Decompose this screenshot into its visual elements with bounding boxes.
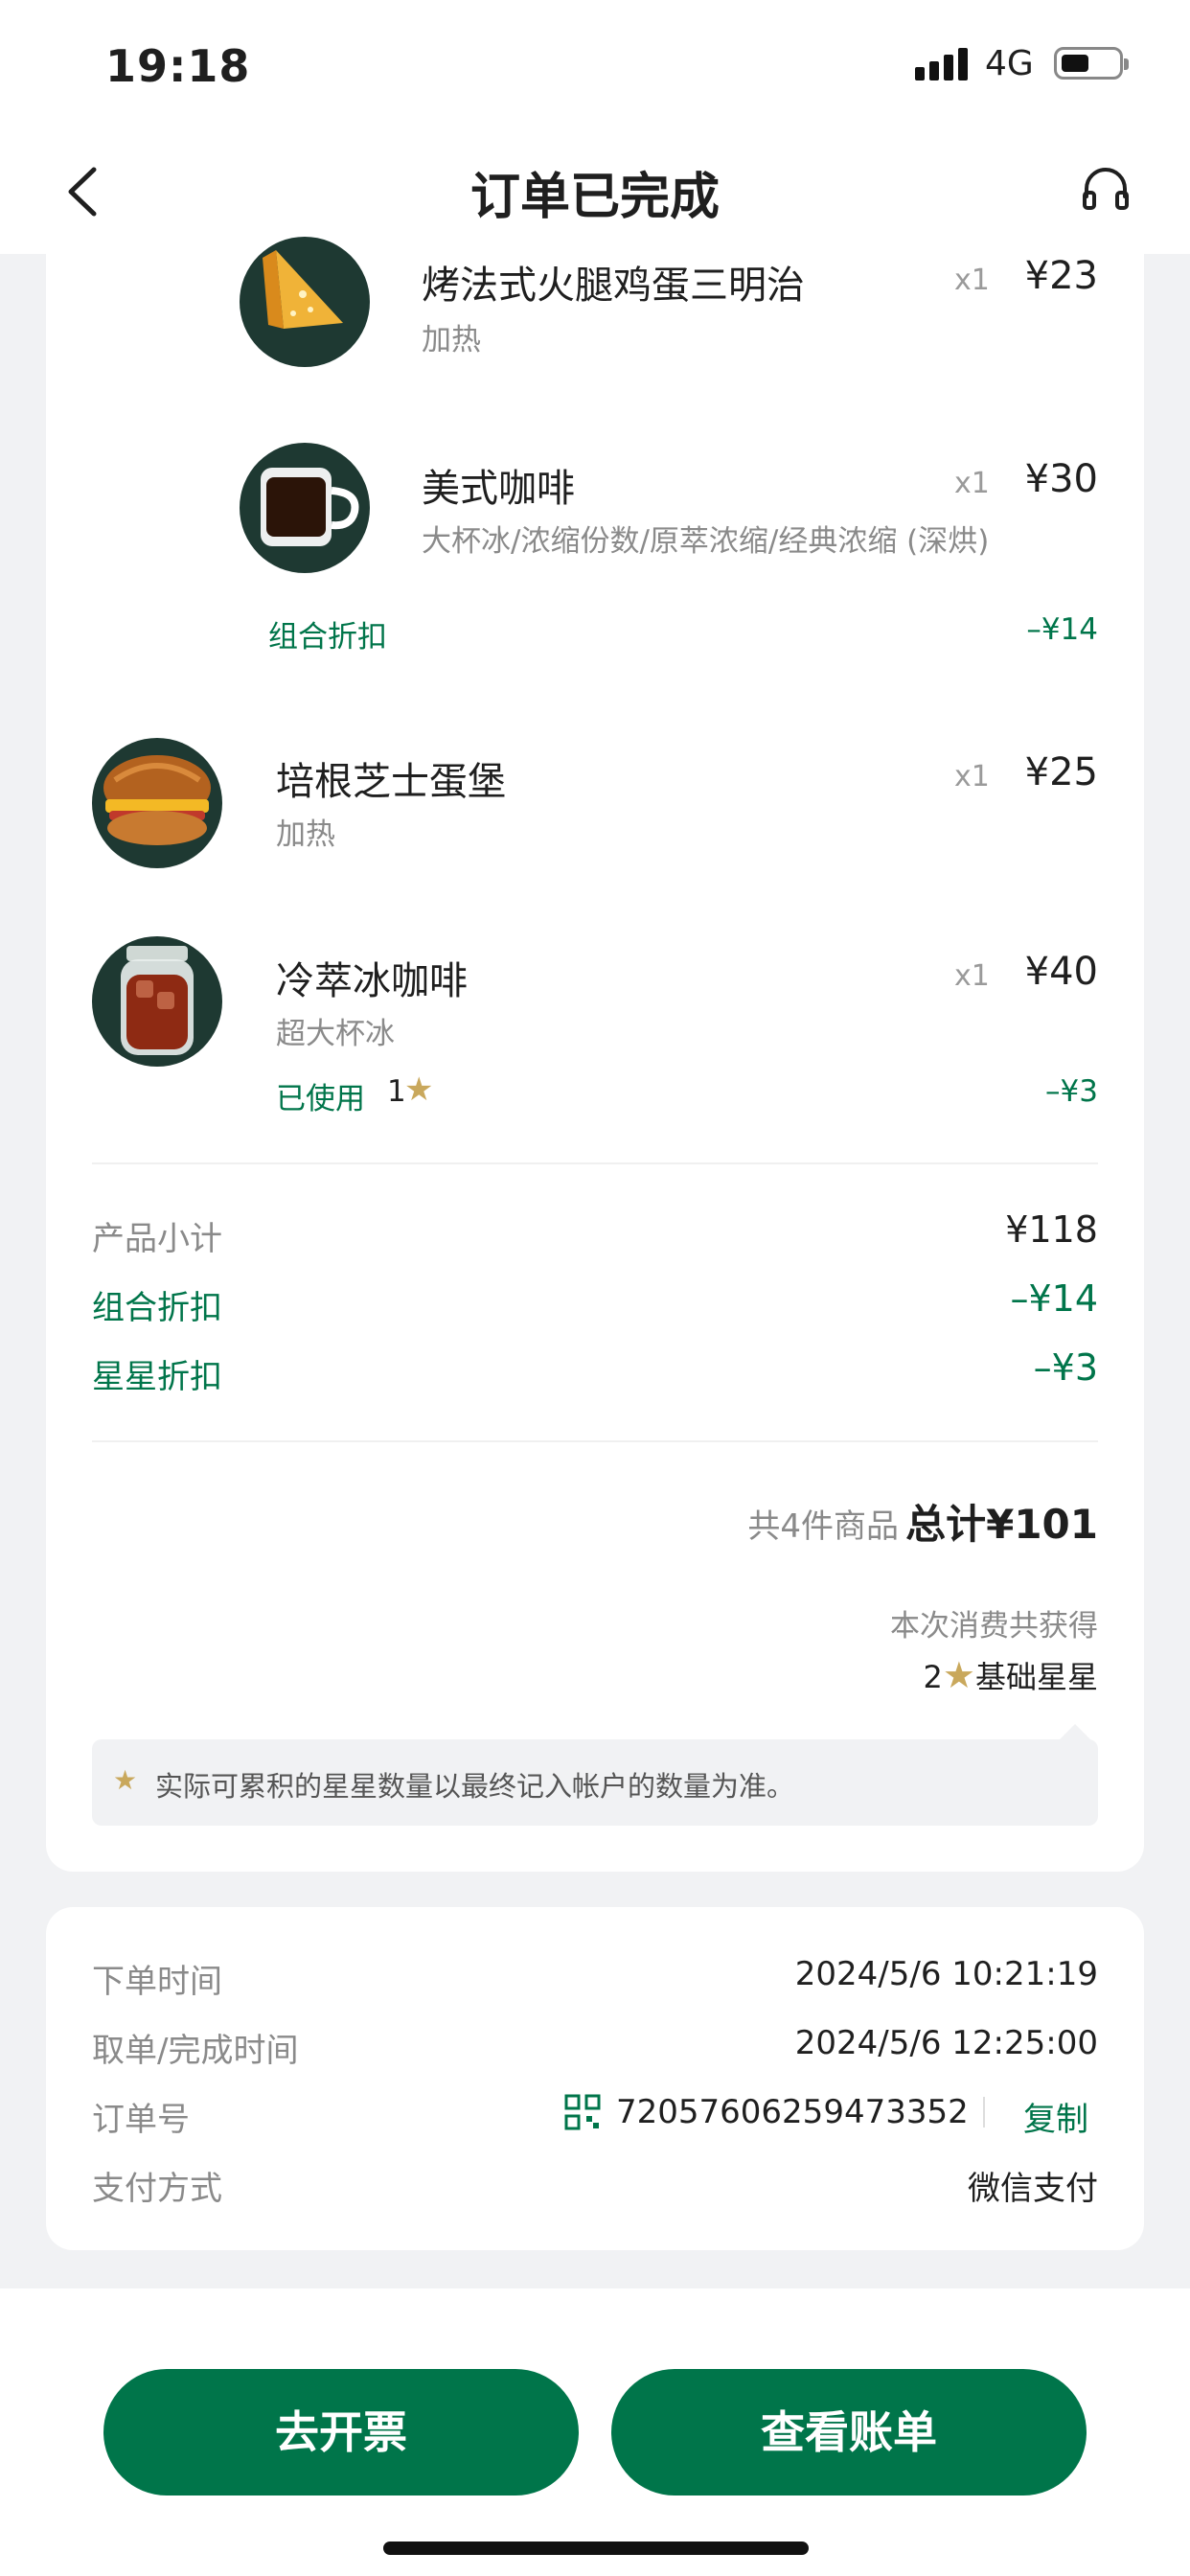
subtotal-label: 产品小计 <box>92 1220 222 1258</box>
combo-summary-value: –¥14 <box>1010 1277 1098 1320</box>
star-icon: ★ <box>942 1654 975 1696</box>
star-icon: ★ <box>404 1070 434 1109</box>
item-name: 培根芝士蛋堡 <box>276 760 506 804</box>
order-no-value: 72057606259473352 <box>616 2093 969 2131</box>
divider <box>983 2097 985 2128</box>
item-qty: x1 <box>954 760 990 794</box>
subtotal-value: ¥118 <box>1005 1208 1098 1251</box>
star-summary-value: –¥3 <box>1033 1346 1098 1389</box>
bottom-action-bar: 去开票 查看账单 <box>0 2288 1190 2576</box>
item-price: ¥40 <box>1024 950 1098 994</box>
star-note: ★ 实际可累积的星星数量以最终记入帐户的数量为准。 <box>92 1724 1098 1826</box>
combo-discount-value: –¥14 <box>1026 612 1098 647</box>
invoice-button[interactable]: 去开票 <box>103 2369 579 2496</box>
divider <box>92 1440 1098 1442</box>
payment-label: 支付方式 <box>92 2170 222 2208</box>
customer-service-button[interactable] <box>1077 160 1134 218</box>
americano-image <box>240 443 370 573</box>
page-title: 订单已完成 <box>469 169 720 226</box>
star-icon: ★ <box>113 1764 138 1796</box>
status-time: 19:18 <box>105 40 251 92</box>
view-bill-button[interactable]: 查看账单 <box>611 2369 1087 2496</box>
status-bar: 19:18 4G <box>0 0 1190 129</box>
item-price: ¥23 <box>1024 254 1098 298</box>
cold-brew-image <box>92 936 222 1067</box>
item-price: ¥25 <box>1024 750 1098 794</box>
order-items-card: 烤法式火腿鸡蛋三明治 加热 x1 ¥23 美式咖啡 大杯冰/浓缩份数/原萃浓缩/… <box>46 237 1144 1872</box>
copy-button[interactable]: 复制 <box>1023 2093 1088 2140</box>
home-indicator <box>383 2542 809 2555</box>
network-type: 4G <box>985 44 1034 83</box>
item-spec: 大杯冰/浓缩份数/原萃浓缩/经典浓缩 (深烘) <box>422 524 990 559</box>
star-used-label: 已使用 <box>276 1082 365 1116</box>
combo-discount-label: 组合折扣 <box>268 620 387 655</box>
headset-icon <box>1083 168 1129 210</box>
nav-bar: 订单已完成 <box>0 129 1190 254</box>
divider <box>92 1162 1098 1164</box>
order-time-value: 2024/5/6 10:21:19 <box>794 1955 1098 1993</box>
earned-count: 2 <box>923 1659 943 1695</box>
star-used-count: 1 <box>387 1074 406 1109</box>
combo-summary-label: 组合折扣 <box>92 1289 222 1327</box>
item-name: 烤法式火腿鸡蛋三明治 <box>422 264 805 308</box>
item-name: 冷萃冰咖啡 <box>276 959 468 1003</box>
order-info-card: 下单时间 2024/5/6 10:21:19 取单/完成时间 2024/5/6 … <box>46 1907 1144 2250</box>
burger-image <box>92 738 222 868</box>
signal-icon <box>915 48 969 80</box>
item-qty: x1 <box>954 264 990 297</box>
item-count: 共4件商品 <box>747 1507 899 1546</box>
item-spec: 加热 <box>276 817 335 852</box>
earned-stars: 2★基础星星 <box>924 1653 1098 1697</box>
pickup-time-label: 取单/完成时间 <box>92 2032 299 2070</box>
item-name: 美式咖啡 <box>422 467 575 511</box>
total-amount: 总计¥101 <box>905 1501 1098 1548</box>
order-time-label: 下单时间 <box>92 1963 222 2001</box>
item-spec: 超大杯冰 <box>276 1017 395 1051</box>
item-price: ¥30 <box>1024 457 1098 501</box>
battery-icon <box>1054 47 1129 80</box>
item-spec: 加热 <box>422 323 481 357</box>
sandwich-image <box>240 237 370 367</box>
item-qty: x1 <box>954 959 990 993</box>
payment-value: 微信支付 <box>968 2170 1098 2208</box>
note-text: 实际可累积的星星数量以最终记入帐户的数量为准。 <box>155 1770 795 1803</box>
earned-type: 基础星星 <box>974 1659 1098 1695</box>
order-no-label: 订单号 <box>92 2101 190 2139</box>
pickup-time-value: 2024/5/6 12:25:00 <box>794 2024 1098 2062</box>
star-summary-label: 星星折扣 <box>92 1358 222 1396</box>
star-discount-value: –¥3 <box>1045 1074 1098 1109</box>
earned-label: 本次消费共获得 <box>890 1609 1098 1644</box>
item-qty: x1 <box>954 467 990 500</box>
qr-code-icon[interactable] <box>563 2093 602 2131</box>
